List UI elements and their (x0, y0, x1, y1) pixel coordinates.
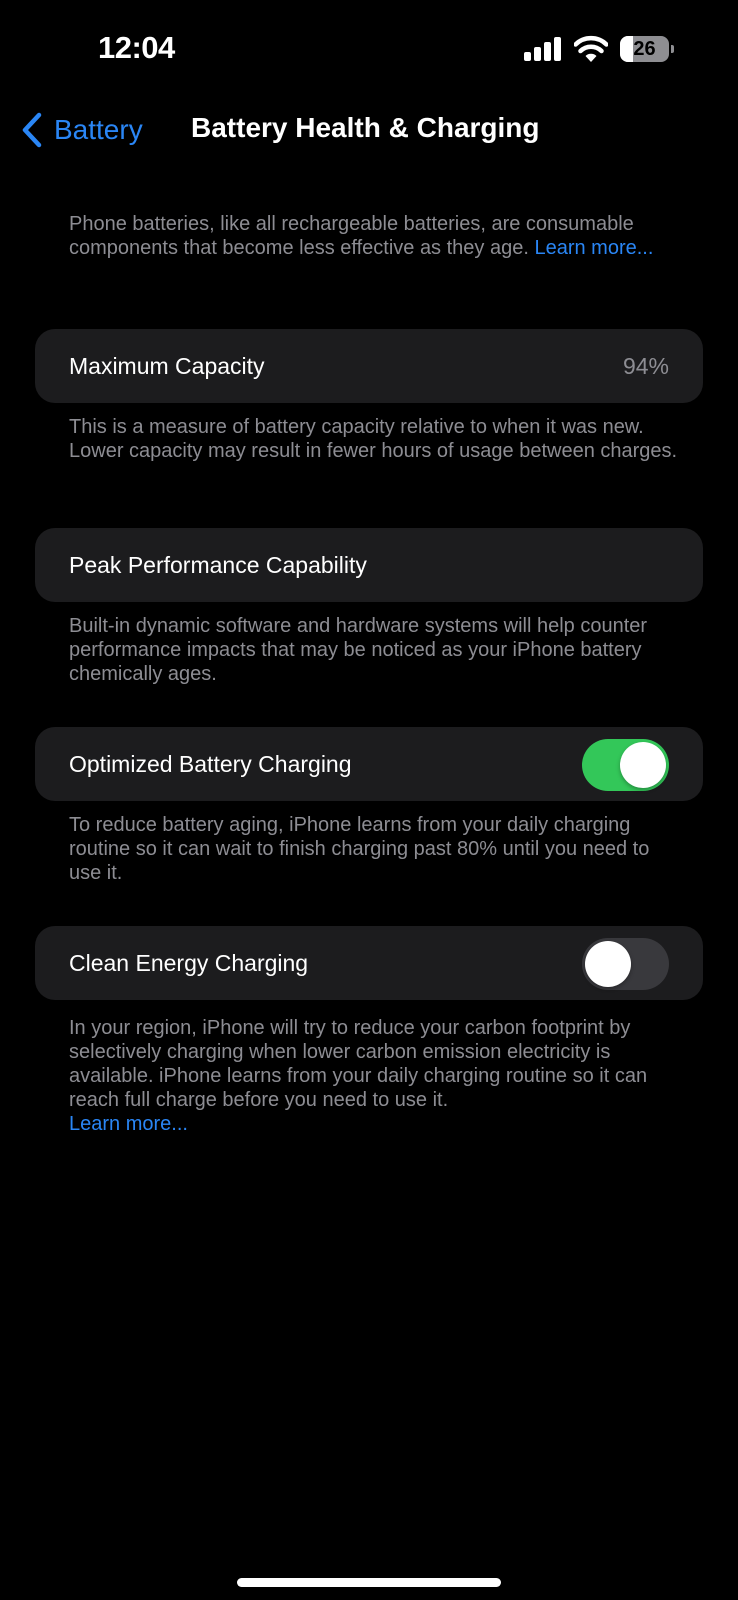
optimized-charging-label: Optimized Battery Charging (69, 751, 352, 777)
maximum-capacity-footer: This is a measure of battery capacity re… (69, 416, 678, 462)
home-indicator[interactable] (237, 1578, 501, 1587)
back-button[interactable]: Battery (20, 110, 143, 150)
toggle-knob (585, 941, 631, 987)
maximum-capacity-row: Maximum Capacity 94% (35, 329, 703, 403)
maximum-capacity-label: Maximum Capacity (69, 353, 265, 379)
optimized-charging-toggle[interactable] (582, 739, 669, 791)
back-label: Battery (54, 114, 143, 145)
peak-performance-footer: Built-in dynamic software and hardware s… (69, 615, 648, 685)
intro-text: Phone batteries, like all rechargeable b… (69, 212, 679, 260)
clean-energy-row: Clean Energy Charging (35, 926, 703, 1000)
clean-energy-label: Clean Energy Charging (69, 950, 309, 976)
peak-performance-label: Peak Performance Capability (69, 552, 367, 578)
navigation-bar: Battery Battery Health & Charging (0, 100, 738, 160)
clean-energy-footer: In your region, iPhone will try to reduc… (69, 1016, 679, 1136)
learn-more-link[interactable]: Learn more... (534, 237, 653, 259)
chevron-left-icon (22, 112, 42, 148)
battery-level: 26 (633, 38, 656, 60)
maximum-capacity-value: 94% (622, 353, 669, 379)
optimized-charging-row: Optimized Battery Charging (35, 727, 703, 801)
status-time: 12:04 (98, 30, 175, 65)
battery-icon: 26 (620, 36, 674, 62)
toggle-knob (620, 742, 666, 788)
clean-energy-toggle[interactable] (582, 938, 669, 990)
optimized-charging-footer: To reduce battery aging, iPhone learns f… (69, 814, 650, 884)
clean-energy-description: In your region, iPhone will try to reduc… (69, 1017, 648, 1111)
page-title: Battery Health & Charging (191, 112, 540, 143)
clean-energy-learn-more-link[interactable]: Learn more... (69, 1113, 188, 1135)
cellular-signal-icon (524, 37, 561, 61)
peak-performance-row: Peak Performance Capability (35, 528, 703, 602)
wifi-icon (574, 35, 608, 62)
status-bar: 12:04 26 (0, 0, 738, 100)
